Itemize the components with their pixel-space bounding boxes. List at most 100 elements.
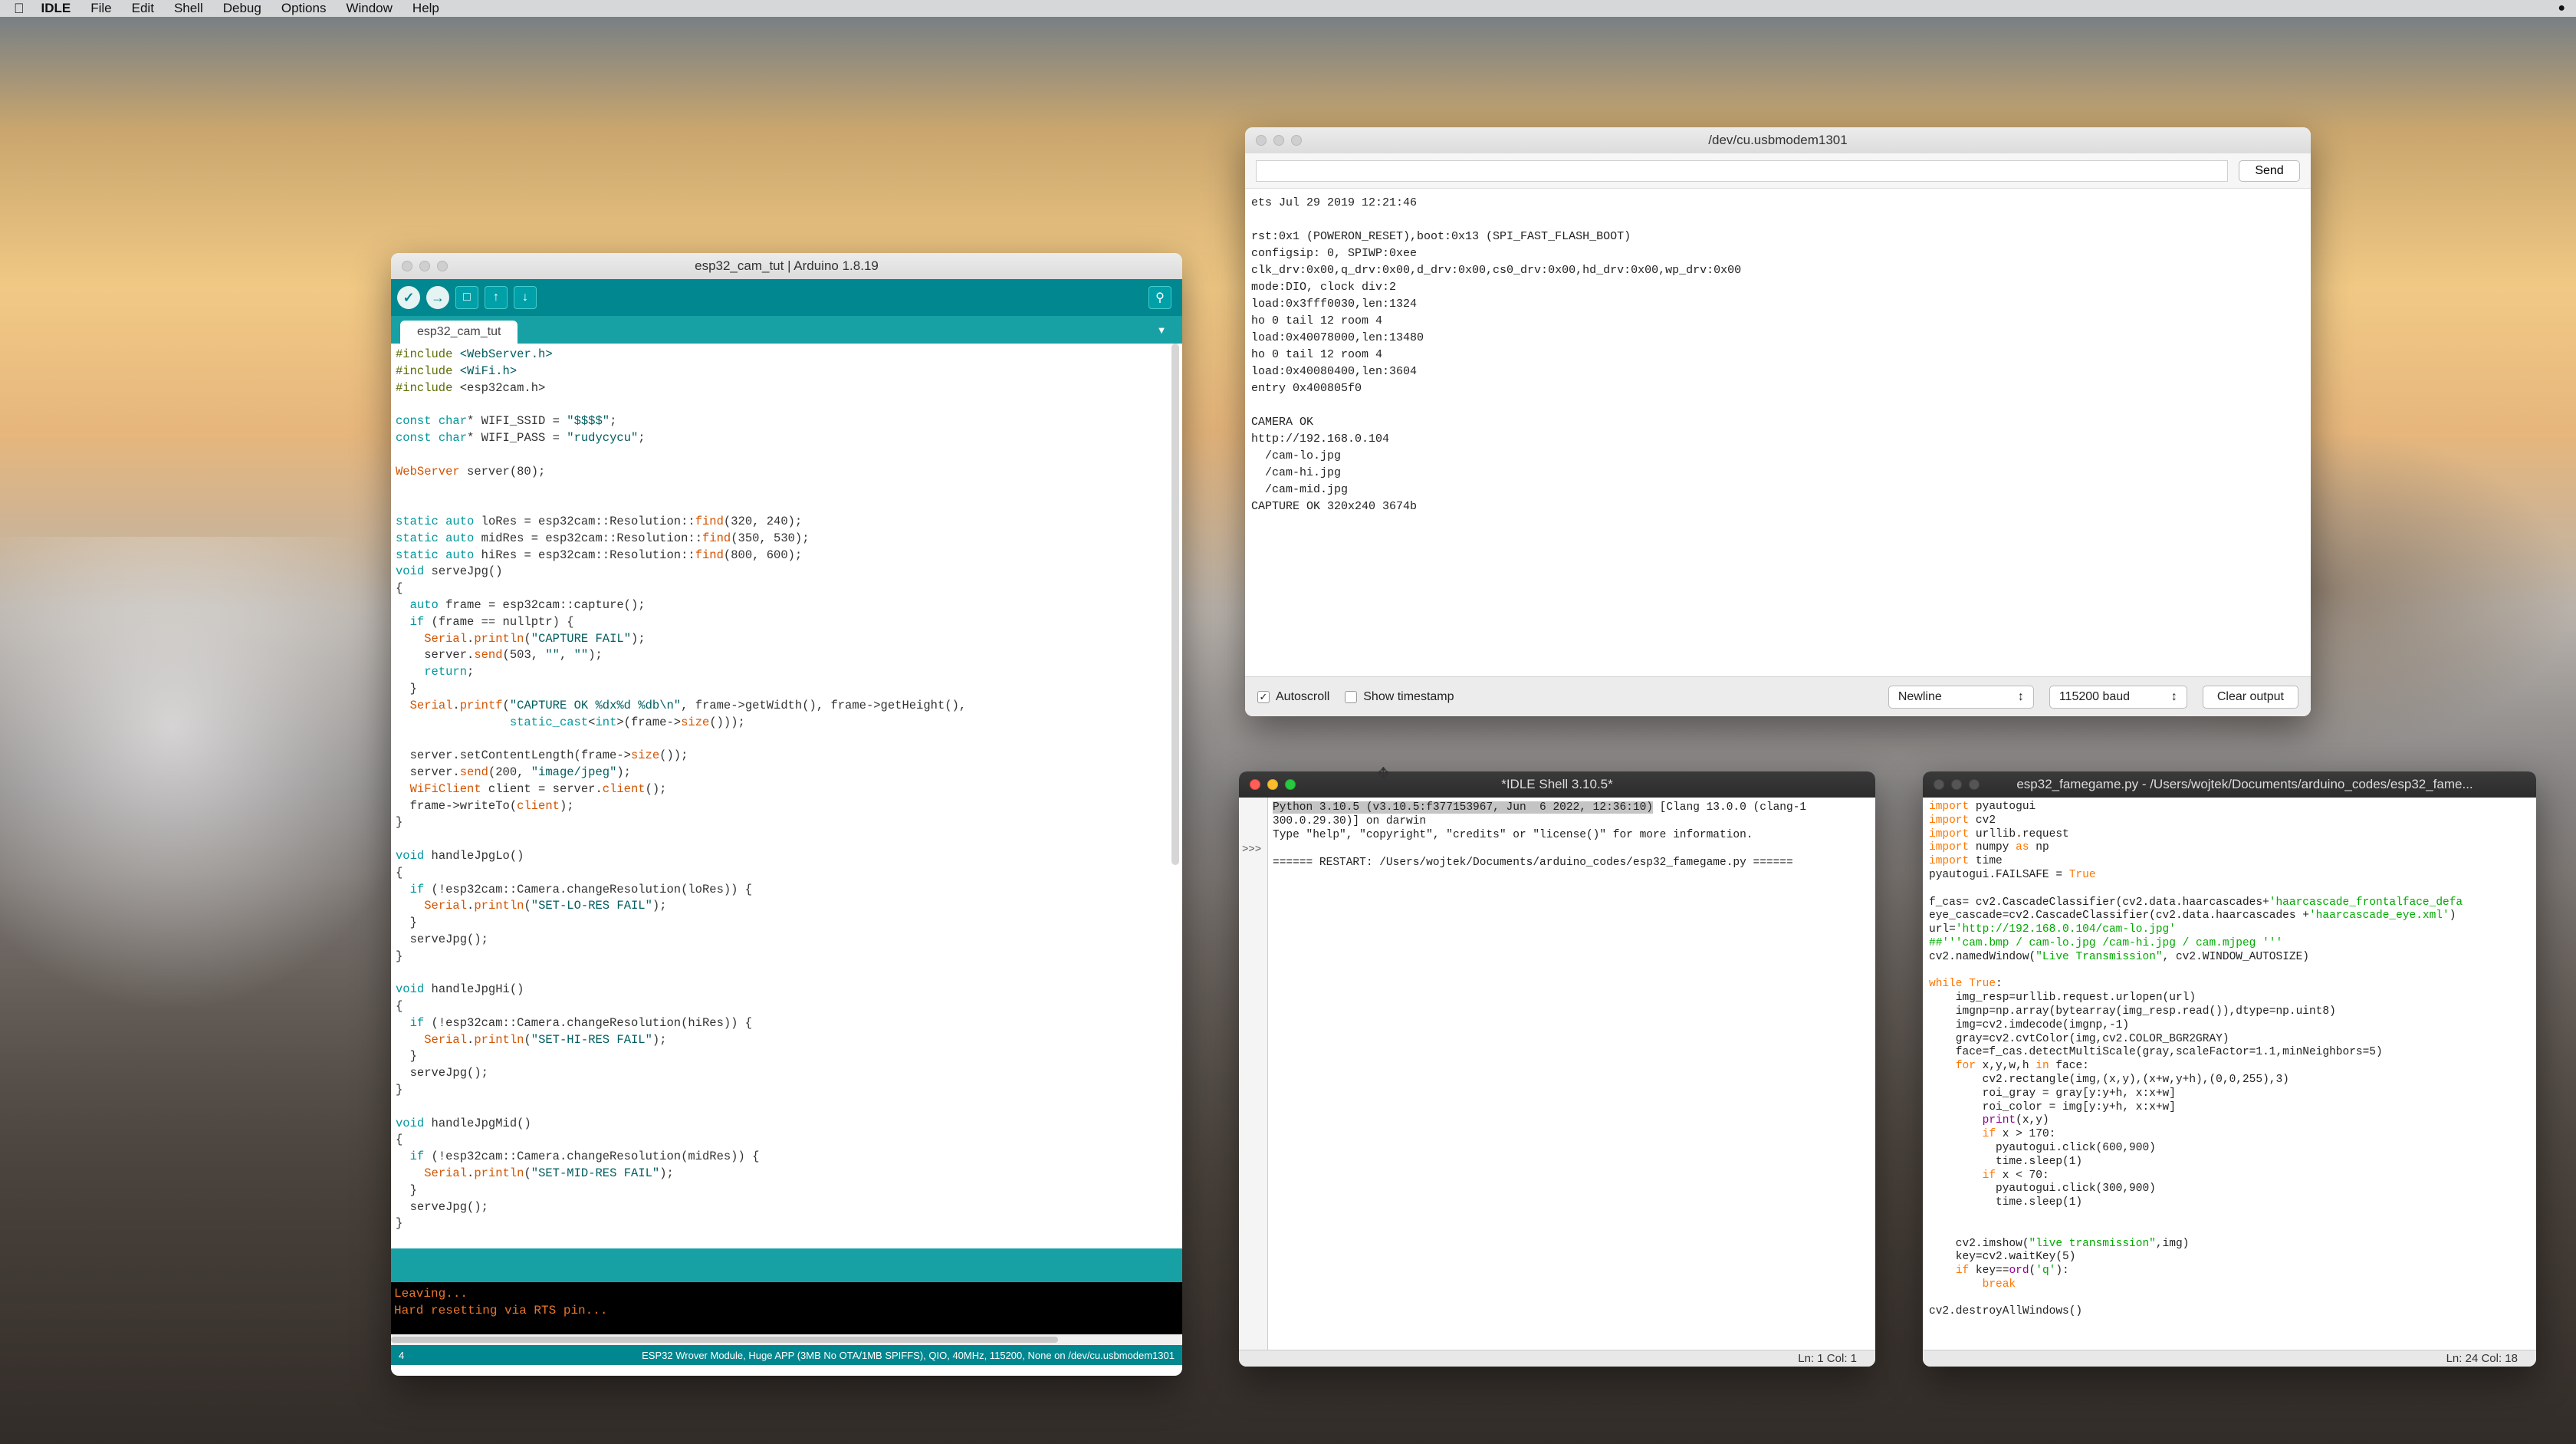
show-timestamp-checkbox[interactable]: Show timestamp	[1345, 690, 1454, 704]
serial-output-line: entry 0x400805f0	[1251, 382, 1362, 395]
serial-monitor-titlebar[interactable]: /dev/cu.usbmodem1301	[1245, 127, 2311, 153]
shell-line: Type "help", "copyright", "credits" or "…	[1273, 829, 1753, 841]
new-sketch-icon[interactable]: □	[455, 286, 478, 309]
zoom-icon[interactable]	[437, 261, 448, 271]
autoscroll-checkbox[interactable]: ✓ Autoscroll	[1257, 690, 1329, 704]
serial-output-line: CAPTURE OK 320x240 3674b	[1251, 500, 1418, 513]
serial-output-line: /cam-mid.jpg	[1251, 483, 1349, 496]
shell-prompt: >>>	[1242, 844, 1262, 856]
serial-input[interactable]	[1256, 160, 2228, 182]
open-sketch-icon[interactable]: ↑	[485, 286, 508, 309]
line-ending-select[interactable]: Newline ↕	[1888, 685, 2034, 709]
cursor-position: Ln: 24 Col: 18	[2446, 1352, 2518, 1365]
console-scrollbar[interactable]	[391, 1334, 1182, 1345]
window-controls	[402, 261, 448, 271]
menu-debug[interactable]: Debug	[223, 1, 261, 16]
serial-output-line: ho 0 tail 12 room 4	[1251, 348, 1383, 361]
stepper-icon: ↕	[2017, 689, 2024, 703]
serial-footer: ✓ Autoscroll Show timestamp Newline ↕ 11…	[1245, 676, 2311, 716]
editor-statusbar: Ln: 24 Col: 18	[1923, 1350, 2536, 1367]
python-code-editor[interactable]: import pyautogui import cv2 import urlli…	[1923, 798, 2536, 1350]
idle-shell-titlebar[interactable]: *IDLE Shell 3.10.5*	[1239, 771, 1875, 798]
serial-output-line	[1251, 212, 2305, 229]
menu-help[interactable]: Help	[412, 1, 439, 16]
shell-line: [Clang 13.0.0 (clang-1	[1652, 801, 1807, 814]
console-line: Leaving...	[394, 1287, 468, 1301]
baud-select[interactable]: 115200 baud ↕	[2049, 685, 2187, 709]
serial-output[interactable]: ets Jul 29 2019 12:21:46 rst:0x1 (POWERO…	[1245, 189, 2311, 676]
zoom-icon[interactable]	[1291, 135, 1302, 146]
message-area	[391, 1248, 1182, 1282]
serial-output-line: ho 0 tail 12 room 4	[1251, 314, 1383, 327]
checkmark-icon: ✓	[1257, 690, 1270, 703]
menu-edit[interactable]: Edit	[132, 1, 154, 16]
shell-restart-line: ====== RESTART: /Users/wojtek/Documents/…	[1273, 857, 1793, 869]
menu-options[interactable]: Options	[281, 1, 327, 16]
serial-output-line: configsip: 0, SPIWP:0xee	[1251, 247, 1418, 260]
idle-shell-window: *IDLE Shell 3.10.5* >>> Python 3.10.5 (v…	[1239, 771, 1875, 1367]
serial-output-line: /cam-hi.jpg	[1251, 466, 1342, 479]
scrollbar-thumb[interactable]	[391, 1337, 1058, 1343]
arduino-ide-window: esp32_cam_tut | Arduino 1.8.19 ✓ → □ ↑ ↓…	[391, 253, 1182, 1376]
zoom-icon[interactable]	[1285, 779, 1296, 790]
minimize-icon[interactable]	[1267, 779, 1278, 790]
shell-body: >>> Python 3.10.5 (v3.10.5:f377153967, J…	[1239, 798, 1875, 1350]
serial-output-line: load:0x40078000,len:13480	[1251, 331, 1424, 344]
selected-text: Python 3.10.5 (v3.10.5:f377153967, Jun 6…	[1273, 801, 1653, 814]
idle-editor-titlebar[interactable]: esp32_famegame.py - /Users/wojtek/Docume…	[1923, 771, 2536, 798]
window-controls	[1934, 779, 1980, 790]
autoscroll-label: Autoscroll	[1276, 689, 1330, 703]
editor-scrollbar[interactable]	[1171, 344, 1179, 865]
serial-monitor-title: /dev/cu.usbmodem1301	[1708, 133, 1848, 147]
serial-output-line: ets Jul 29 2019 12:21:46	[1251, 196, 1418, 209]
serial-output-line: rst:0x1 (POWERON_RESET),boot:0x13 (SPI_F…	[1251, 230, 1631, 243]
apple-icon[interactable]: 	[14, 1, 25, 17]
menu-shell[interactable]: Shell	[174, 1, 203, 16]
menu-app-name[interactable]: IDLE	[41, 1, 71, 16]
sketch-tab-row: esp32_cam_tut ▼	[391, 316, 1182, 344]
cursor-position: Ln: 1 Col: 1	[1798, 1352, 1857, 1365]
close-icon[interactable]	[1256, 135, 1267, 146]
code-editor[interactable]: #include <WebServer.h> #include <WiFi.h>…	[391, 344, 1182, 1248]
close-icon[interactable]	[1934, 779, 1944, 790]
window-controls	[1256, 135, 1302, 146]
idle-editor-window: esp32_famegame.py - /Users/wojtek/Docume…	[1923, 771, 2536, 1367]
send-row: Send	[1245, 153, 2311, 189]
minimize-icon[interactable]	[1273, 135, 1284, 146]
shell-text[interactable]: Python 3.10.5 (v3.10.5:f377153967, Jun 6…	[1268, 798, 1875, 1350]
send-button[interactable]: Send	[2239, 160, 2300, 182]
menu-bar:  IDLE File Edit Shell Debug Options Win…	[0, 0, 2576, 17]
minimize-icon[interactable]	[419, 261, 430, 271]
menu-window[interactable]: Window	[346, 1, 392, 16]
verify-icon[interactable]: ✓	[397, 286, 420, 309]
tab-esp32-cam-tut[interactable]: esp32_cam_tut	[400, 321, 518, 344]
idle-shell-title: *IDLE Shell 3.10.5*	[1501, 777, 1613, 791]
serial-output-line: /cam-lo.jpg	[1251, 449, 1342, 462]
idle-editor-title: esp32_famegame.py - /Users/wojtek/Docume…	[2016, 777, 2473, 791]
control-center-icon[interactable]: ●	[2558, 2, 2565, 15]
arduino-titlebar[interactable]: esp32_cam_tut | Arduino 1.8.19	[391, 253, 1182, 279]
console-output[interactable]: Leaving... Hard resetting via RTS pin...	[391, 1282, 1182, 1334]
save-sketch-icon[interactable]: ↓	[514, 286, 537, 309]
clear-output-button[interactable]: Clear output	[2202, 685, 2298, 709]
arduino-title: esp32_cam_tut | Arduino 1.8.19	[695, 258, 879, 273]
close-icon[interactable]	[1250, 779, 1260, 790]
serial-output-line: http://192.168.0.104	[1251, 433, 1390, 446]
checkbox-icon	[1345, 690, 1358, 703]
stepper-icon: ↕	[2170, 689, 2177, 703]
menu-file[interactable]: File	[90, 1, 111, 16]
board-status-bar: 4 ESP32 Wrover Module, Huge APP (3MB No …	[391, 1345, 1182, 1365]
tab-menu-icon[interactable]: ▼	[1153, 322, 1170, 337]
upload-icon[interactable]: →	[426, 286, 449, 309]
close-icon[interactable]	[402, 261, 412, 271]
console-line: Hard resetting via RTS pin...	[394, 1304, 608, 1317]
line-ending-value: Newline	[1898, 689, 1942, 703]
mouse-cursor-icon: ✥	[1377, 765, 1390, 782]
zoom-icon[interactable]	[1969, 779, 1980, 790]
minimize-icon[interactable]	[1951, 779, 1962, 790]
serial-output-line: load:0x3fff0030,len:1324	[1251, 298, 1418, 311]
shell-line: 300.0.29.30)] on darwin	[1273, 815, 1427, 827]
serial-output-line: mode:DIO, clock div:2	[1251, 281, 1397, 294]
serial-monitor-icon[interactable]: ⚲	[1148, 286, 1171, 309]
serial-output-line: load:0x40080400,len:3604	[1251, 365, 1418, 378]
